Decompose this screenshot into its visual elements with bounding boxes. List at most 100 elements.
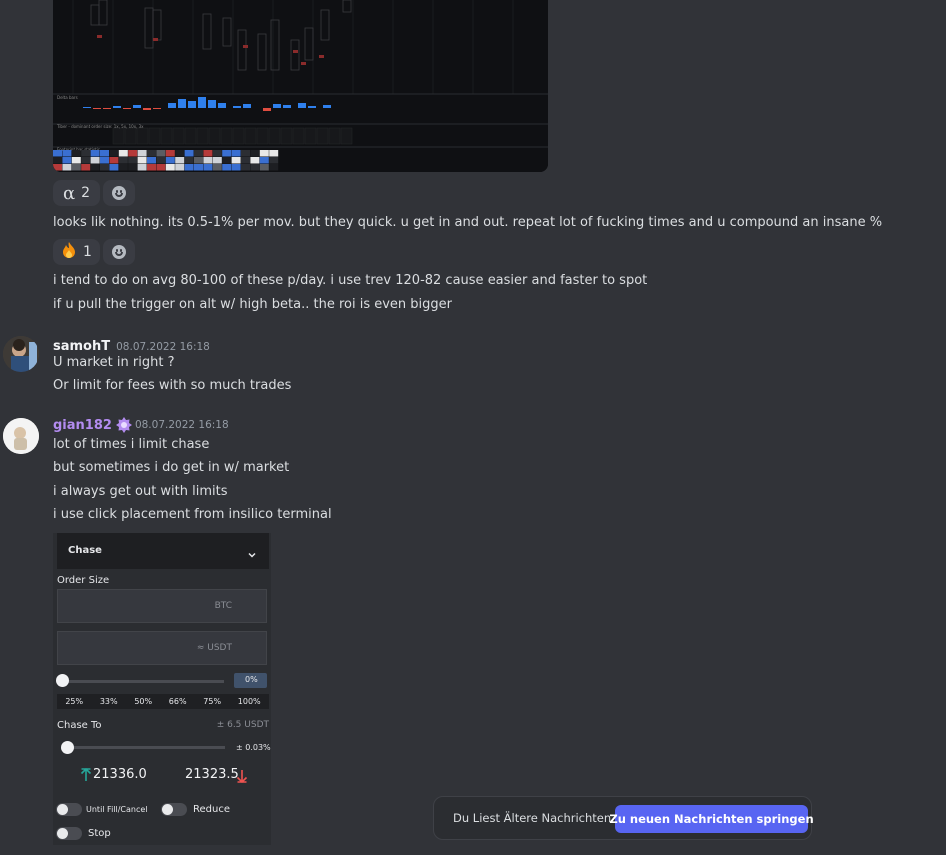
chart-image-attachment[interactable]: Delta bars Tiber - dominant order size: … [53,0,548,172]
footprint-cell [53,157,62,164]
add-reaction-button[interactable] [103,180,135,206]
footprint-cell [203,164,213,171]
preset-33[interactable]: 33% [100,697,118,706]
footprint-cell [118,150,128,157]
avatar[interactable] [3,418,39,454]
reaction-fire[interactable]: 1 [53,239,100,265]
chevron-down-icon [247,545,257,558]
sell-price[interactable]: 21323.5 [185,767,239,782]
role-badge-icon[interactable] [115,417,132,433]
footprint-cell [203,157,213,164]
footprint-cell [62,150,72,157]
reaction-count: 1 [83,244,92,260]
preset-25[interactable]: 25% [65,697,83,706]
usdt-input[interactable]: ≈ USDT [57,631,267,665]
footprint-cell [90,157,100,164]
message-text: i use click placement from insilico term… [53,507,332,522]
add-reaction-button[interactable] [103,239,135,265]
stop-label: Stop [88,828,111,839]
message-text: looks lik nothing. its 0.5-1% per mov. b… [53,215,883,230]
footprint-cell [194,164,203,171]
footprint-cell [231,150,241,157]
jump-to-present-bar: Du Liest Ältere Nachrichten Zu neuen Nac… [433,796,814,840]
preset-75[interactable]: 75% [203,697,221,706]
until-fill-label: Until Fill/Cancel [86,805,148,814]
footprint-cell [175,164,185,171]
footprint-cell [231,157,241,164]
timestamp[interactable]: 08.07.2022 16:18 [135,419,229,431]
footprint-cell [81,157,91,164]
footprint-cell [100,157,109,164]
reduce-label: Reduce [193,804,230,815]
reduce-toggle[interactable] [161,803,187,816]
message-header: gian182 08.07.2022 16:18 [53,417,229,433]
footprint-cell [194,157,203,164]
delta-bar [323,105,331,108]
footprint-cell [128,157,138,164]
delta-bar [198,97,206,108]
username[interactable]: samohT [53,339,110,354]
footprint-cell [250,157,260,164]
message-text: if u pull the trigger on alt w/ high bet… [53,297,453,312]
btc-input[interactable]: BTC [57,589,267,623]
delta-bar [93,108,101,109]
footprint-cell [71,157,81,164]
delta-bar [103,108,111,109]
footprint-cell [81,164,91,171]
chase-slider-thumb[interactable] [61,741,74,754]
order-panel-image[interactable]: Chase Order Size BTC ≈ USDT 0% 25% 33% 5… [53,533,271,845]
delta-bar [83,107,91,108]
order-type-dropdown[interactable]: Chase [57,533,269,569]
avatar[interactable] [3,336,39,372]
footprint-cell [175,157,185,164]
buy-price[interactable]: 21336.0 [93,767,147,782]
footprint-cell [118,157,128,164]
size-percent-box[interactable]: 0% [234,673,267,688]
footprint-cell [165,150,175,157]
arrow-up-icon [80,767,92,781]
stop-toggle[interactable] [56,827,82,840]
chase-to-label: Chase To [57,720,102,731]
footprint-cell [241,157,250,164]
preset-50[interactable]: 50% [134,697,152,706]
footprint-cell [241,150,250,157]
order-size-label: Order Size [57,575,110,586]
preset-100[interactable]: 100% [238,697,261,706]
chart-candle-marker [319,55,324,58]
until-fill-toggle[interactable] [56,803,82,816]
chase-slider-track[interactable] [67,746,225,749]
size-slider-track[interactable] [62,680,224,683]
delta-bar [123,108,131,109]
footprint-cell [147,150,156,157]
footprint-cell [222,157,232,164]
footprint-cell [90,164,100,171]
delta-bar [283,105,291,108]
avatar-image [3,418,39,454]
delta-bar [233,106,241,108]
footprint-cell [147,164,156,171]
chart-image-svg: Delta bars Tiber - dominant order size: … [53,0,548,172]
older-messages-notice: Du Liest Ältere Nachrichten [453,811,612,825]
preset-66[interactable]: 66% [169,697,187,706]
footprint-cell [222,150,232,157]
add-reaction-icon [112,186,126,200]
footprint-cell [156,164,166,171]
size-percent-value: 0% [245,675,258,684]
reaction-alpha[interactable]: α 2 [53,180,100,206]
timestamp[interactable]: 08.07.2022 16:18 [116,341,210,353]
footprint-cell [212,157,222,164]
jump-to-new-messages-button[interactable]: Zu neuen Nachrichten springen [609,805,814,833]
footprint-cell [137,164,147,171]
footprint-cell [109,164,119,171]
size-slider-thumb[interactable] [56,674,69,687]
usdt-placeholder: ≈ USDT [196,643,232,653]
delta-bar [218,103,226,108]
footprint-cell [128,150,138,157]
footprint-cell [62,164,72,171]
delta-bar [208,100,216,108]
delta-bar [308,106,316,108]
alpha-emoji-icon: α [62,182,76,204]
percent-presets: 25% 33% 50% 66% 75% 100% [57,694,269,709]
footprint-cell [259,164,269,171]
username[interactable]: gian182 [53,418,112,433]
